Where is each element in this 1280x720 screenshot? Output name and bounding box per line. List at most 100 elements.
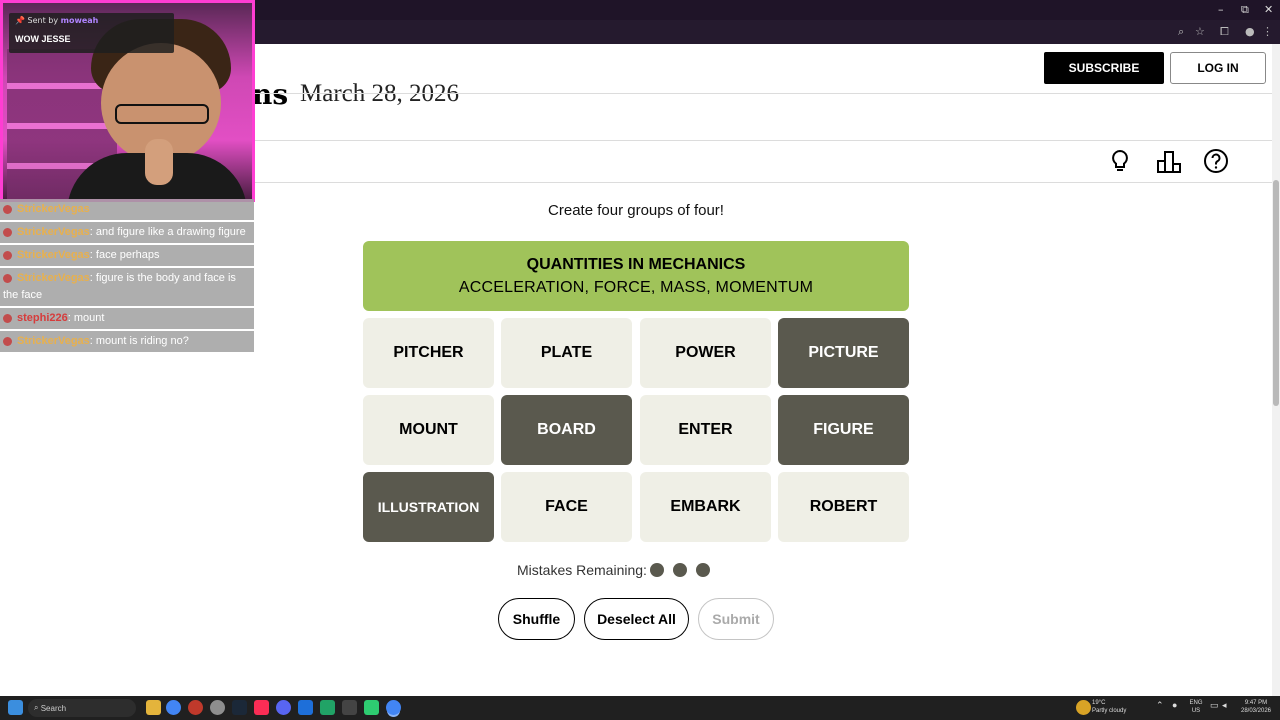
subscriber-badge-icon	[3, 250, 12, 260]
word-tile[interactable]: PICTURE	[778, 318, 909, 388]
streamer-glasses	[115, 104, 209, 124]
menu-kebab-icon[interactable]: ⋮	[1262, 25, 1273, 38]
chat-username: StrickerVegas	[17, 203, 90, 215]
chat-overlay: StrickerVegas StrickerVegas: and figure l…	[0, 199, 254, 354]
alert-banner: 📌 Sent by moweah WOW JESSE	[9, 13, 174, 53]
mistake-dot	[696, 563, 710, 577]
chat-username: StrickerVegas	[17, 335, 90, 347]
bookmark-star-icon[interactable]: ☆	[1195, 25, 1205, 38]
puzzle-date: March 28, 2026	[300, 80, 459, 107]
chat-text: : mount is riding no?	[89, 335, 189, 347]
alert-user: moweah	[60, 16, 99, 25]
maximize-icon[interactable]: ⧉	[1241, 3, 1249, 17]
mistake-dot	[673, 563, 687, 577]
weather-icon	[1076, 700, 1091, 715]
microphone-icon[interactable]: ●	[1172, 701, 1177, 710]
solved-group: QUANTITIES IN MECHANICS ACCELERATION, FO…	[363, 241, 909, 311]
page-scrollbar[interactable]	[1272, 44, 1280, 696]
mistakes-label: Mistakes Remaining:	[517, 562, 647, 578]
chrome-icon[interactable]	[166, 700, 181, 715]
lang-region[interactable]: US	[1186, 708, 1206, 715]
taskbar: ⌕ Search 19°C Partly cloudy ⌃ ● ENG US ▭…	[0, 696, 1280, 720]
word-tile[interactable]: EMBARK	[640, 472, 771, 542]
chat-message: stephi226: mount	[0, 308, 254, 329]
chat-username: stephi226	[17, 312, 68, 324]
alert-sender: 📌 Sent by moweah	[15, 16, 98, 25]
word-tile[interactable]: BOARD	[501, 395, 632, 465]
solved-group-title: QUANTITIES IN MECHANICS	[526, 256, 746, 273]
clock-time[interactable]: 9:47 PM	[1236, 700, 1276, 707]
chrome-active-icon[interactable]	[386, 700, 401, 715]
help-icon[interactable]	[1203, 148, 1229, 174]
alert-message: WOW JESSE	[15, 34, 71, 44]
word-tile[interactable]: FACE	[501, 472, 632, 542]
pin-icon: 📌	[15, 16, 28, 25]
app2-icon[interactable]	[298, 700, 313, 715]
capcut-icon[interactable]	[342, 700, 357, 715]
windows-start-icon[interactable]	[8, 700, 23, 715]
webcam-overlay: 📌 Sent by moweah WOW JESSE	[0, 0, 255, 202]
chat-message: StrickerVegas: mount is riding no?	[0, 331, 254, 352]
discord-icon[interactable]	[276, 700, 291, 715]
profile-avatar-icon[interactable]: ●	[1245, 25, 1255, 38]
subscriber-badge-icon	[3, 273, 12, 283]
word-tile[interactable]: PLATE	[501, 318, 632, 388]
chat-message: StrickerVegas: figure is the body and fa…	[0, 268, 254, 306]
word-tile[interactable]: PITCHER	[363, 318, 494, 388]
mistake-dot	[650, 563, 664, 577]
chat-text: : face perhaps	[89, 249, 160, 261]
lang-code[interactable]: ENG	[1186, 700, 1206, 707]
leaderboard-icon[interactable]	[1156, 148, 1182, 174]
chat-message: StrickerVegas: face perhaps	[0, 245, 254, 266]
file-explorer-icon[interactable]	[146, 700, 161, 715]
login-button[interactable]: LOG IN	[1170, 52, 1266, 84]
chat-message: StrickerVegas: and figure like a drawing…	[0, 222, 254, 243]
word-tile[interactable]: ROBERT	[778, 472, 909, 542]
zoom-icon[interactable]: ⌕	[1178, 25, 1184, 39]
chat-text: : and figure like a drawing figure	[89, 226, 246, 238]
subscriber-badge-icon	[3, 336, 12, 346]
volume-icon[interactable]: ◂	[1222, 701, 1227, 710]
word-tile[interactable]: ILLUSTRATION	[363, 472, 494, 542]
minimize-icon[interactable]: –	[1218, 3, 1224, 16]
extensions-icon[interactable]: ⧠	[1220, 25, 1229, 39]
chat-message: StrickerVegas	[0, 199, 254, 220]
excel-icon[interactable]	[320, 700, 335, 715]
subscribe-button[interactable]: SUBSCRIBE	[1044, 52, 1164, 84]
word-tile[interactable]: POWER	[640, 318, 771, 388]
chat-username: StrickerVegas	[17, 249, 90, 261]
deselect-all-button[interactable]: Deselect All	[584, 598, 689, 640]
close-icon[interactable]: ✕	[1264, 3, 1273, 16]
taskbar-search-label: Search	[40, 703, 67, 713]
weather-temp: 19°C	[1092, 700, 1106, 706]
music-icon[interactable]	[254, 700, 269, 715]
network-icon[interactable]: ▭	[1210, 701, 1219, 710]
openai-icon[interactable]	[210, 700, 225, 715]
subscriber-badge-icon	[3, 204, 12, 214]
subscriber-badge-icon	[3, 227, 12, 237]
streamer-hand	[145, 139, 173, 185]
alert-sent-by: Sent by	[27, 16, 59, 25]
app-icon[interactable]	[188, 700, 203, 715]
word-tile[interactable]: MOUNT	[363, 395, 494, 465]
game-title: ns	[252, 78, 289, 111]
word-tile[interactable]: FIGURE	[778, 395, 909, 465]
chat-username: StrickerVegas	[17, 272, 90, 284]
solved-group-words: ACCELERATION, FORCE, MASS, MOMENTUM	[458, 279, 814, 296]
tray-chevron-icon[interactable]: ⌃	[1156, 701, 1164, 710]
clock-date[interactable]: 28/03/2026	[1236, 708, 1276, 715]
taskbar-search[interactable]: ⌕ Search	[28, 699, 136, 717]
weather-condition: Partly cloudy	[1092, 708, 1127, 714]
submit-button[interactable]: Submit	[698, 598, 774, 640]
steam-icon[interactable]	[232, 700, 247, 715]
scrollbar-thumb[interactable]	[1273, 180, 1279, 406]
lightbulb-icon[interactable]	[1107, 148, 1133, 174]
word-tile[interactable]: ENTER	[640, 395, 771, 465]
chat-text: : mount	[67, 312, 105, 324]
subscriber-badge-icon	[3, 313, 12, 323]
shuffle-button[interactable]: Shuffle	[498, 598, 575, 640]
search-icon: ⌕	[34, 703, 41, 712]
instructions-text: Create four groups of four!	[548, 202, 724, 219]
xbox-icon[interactable]	[364, 700, 379, 715]
chat-username: StrickerVegas	[17, 226, 90, 238]
